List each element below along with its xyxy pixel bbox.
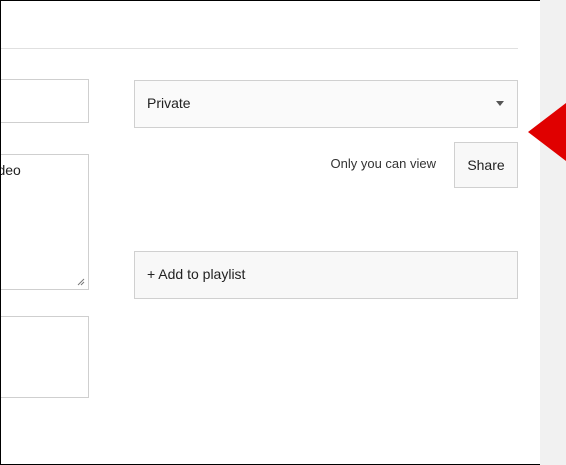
resize-handle-icon[interactable] <box>77 278 85 286</box>
add-to-playlist-label: + Add to playlist <box>147 266 246 282</box>
add-to-playlist-button[interactable]: + Add to playlist <box>134 251 518 299</box>
share-button[interactable]: Share <box>454 142 518 188</box>
title-input[interactable] <box>1 79 89 123</box>
tags-input[interactable] <box>1 316 89 398</box>
privacy-hint: Only you can view <box>330 156 437 171</box>
description-textarea[interactable]: the video the <box>1 154 89 290</box>
section-divider <box>1 48 518 49</box>
privacy-select[interactable]: Private <box>134 80 518 128</box>
chevron-down-icon <box>496 101 504 106</box>
red-arrow-pointer-icon <box>528 103 566 161</box>
right-side-panel <box>540 0 566 465</box>
upload-details-panel: the video the Private Only you can view … <box>0 0 566 465</box>
privacy-selected-value: Private <box>147 95 191 111</box>
description-text: the video the <box>1 162 21 178</box>
